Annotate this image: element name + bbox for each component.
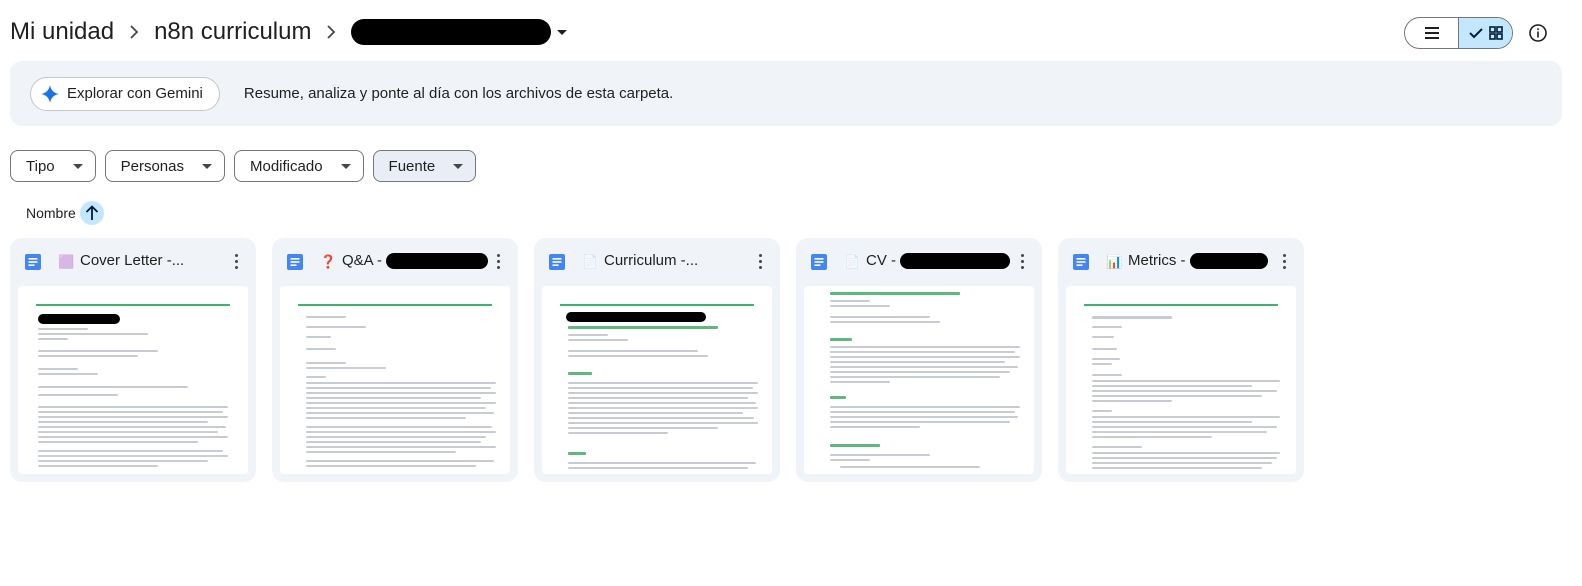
sort-direction-button[interactable] [79,201,104,225]
breadcrumb: Mi unidad n8n curriculum [10,14,568,50]
sort-control: Nombre [26,201,104,225]
grid-icon [1488,26,1503,40]
google-docs-icon [1073,254,1089,270]
filter-type[interactable]: Tipo [10,150,96,182]
filter-people[interactable]: Personas [104,150,225,182]
explore-gemini-label: Explorar con Gemini [67,85,203,102]
sort-label[interactable]: Nombre [26,205,76,221]
file-card[interactable]: 📄 Curriculum -... [534,238,780,482]
file-card[interactable]: 📊 Metrics - [1058,238,1304,482]
file-thumbnail [18,286,248,474]
more-options-icon[interactable] [1010,249,1034,273]
check-icon [1468,28,1483,39]
file-card-header: 🟪 Cover Letter -... [10,238,256,284]
breadcrumb-folder[interactable]: n8n curriculum [154,18,311,46]
gemini-sparkle-icon [41,84,59,103]
filter-modified[interactable]: Modificado [234,150,364,182]
redacted-name [1189,252,1268,269]
caret-down-icon [557,29,568,35]
file-title: CV - [866,252,1010,269]
grid-view-button[interactable] [1458,18,1512,48]
explore-gemini-button[interactable]: Explorar con Gemini [30,76,220,111]
file-emoji: 📄 [582,254,599,269]
google-docs-icon [811,254,827,270]
gemini-banner: Explorar con Gemini Resume, analiza y po… [10,61,1562,126]
file-thumbnail [804,286,1034,474]
file-emoji: 🟪 [58,254,75,269]
file-title-text: Metrics - [1128,252,1186,269]
filter-type-label: Tipo [26,157,55,175]
filter-people-label: Personas [120,157,184,175]
file-emoji: 📊 [1106,254,1123,269]
arrow-up-icon [85,205,98,220]
details-button[interactable] [1524,19,1552,47]
google-docs-icon [287,254,303,270]
file-card-header: ❓ Q&A - [272,238,518,284]
file-thumbnail [280,286,510,474]
file-card-header: 📊 Metrics - [1058,238,1304,284]
more-options-icon[interactable] [486,249,510,273]
file-card-header: 📄 Curriculum -... [534,238,780,284]
filter-source-label: Fuente [388,157,436,175]
banner-description: Resume, analiza y ponte al día con los a… [243,85,674,102]
file-title-text: Cover Letter -... [80,252,185,269]
dropdown-arrow-icon [340,163,351,169]
dropdown-arrow-icon [202,163,212,169]
dropdown-arrow-icon [72,163,83,169]
breadcrumb-my-drive[interactable]: Mi unidad [10,18,114,46]
list-icon [1424,27,1439,39]
more-options-icon[interactable] [224,249,248,273]
file-card[interactable]: ❓ Q&A - [272,238,518,482]
file-thumbnail [1066,286,1296,474]
file-title-text: CV - [866,252,896,269]
file-title: Cover Letter -... [80,252,184,269]
filter-bar: Tipo Personas Modificado Fuente [10,150,477,182]
google-docs-icon [549,254,565,270]
list-view-button[interactable] [1405,18,1458,48]
redacted-name [900,252,1010,269]
dropdown-arrow-icon [453,163,464,169]
filter-source[interactable]: Fuente [372,150,477,182]
redacted-name [386,252,489,269]
file-title-text: Q&A - [342,252,383,269]
drive-header: Mi unidad n8n curriculum [0,0,1582,64]
breadcrumb-current-folder[interactable] [351,19,568,45]
file-card[interactable]: 📄 CV - [796,238,1042,482]
view-toggle [1404,17,1513,49]
info-icon [1529,24,1547,42]
file-emoji: ❓ [320,254,337,269]
file-title: Curriculum -... [604,252,698,269]
more-options-icon[interactable] [1272,249,1296,273]
file-title: Metrics - [1128,252,1268,269]
google-docs-icon [25,254,41,270]
file-card-header: 📄 CV - [796,238,1042,284]
file-title-text: Curriculum -... [604,252,699,269]
file-thumbnail [542,286,772,474]
filter-modified-label: Modificado [250,157,323,175]
chevron-right-icon [116,14,152,50]
file-emoji: 📄 [844,254,861,269]
more-options-icon[interactable] [748,249,772,273]
file-grid: 🟪 Cover Letter -... ❓ Q&A - 📄 Curriculum… [10,238,1304,482]
chevron-right-icon [313,14,349,50]
file-card[interactable]: 🟪 Cover Letter -... [10,238,256,482]
redacted-folder-name [351,19,552,45]
file-title: Q&A - [342,252,489,269]
